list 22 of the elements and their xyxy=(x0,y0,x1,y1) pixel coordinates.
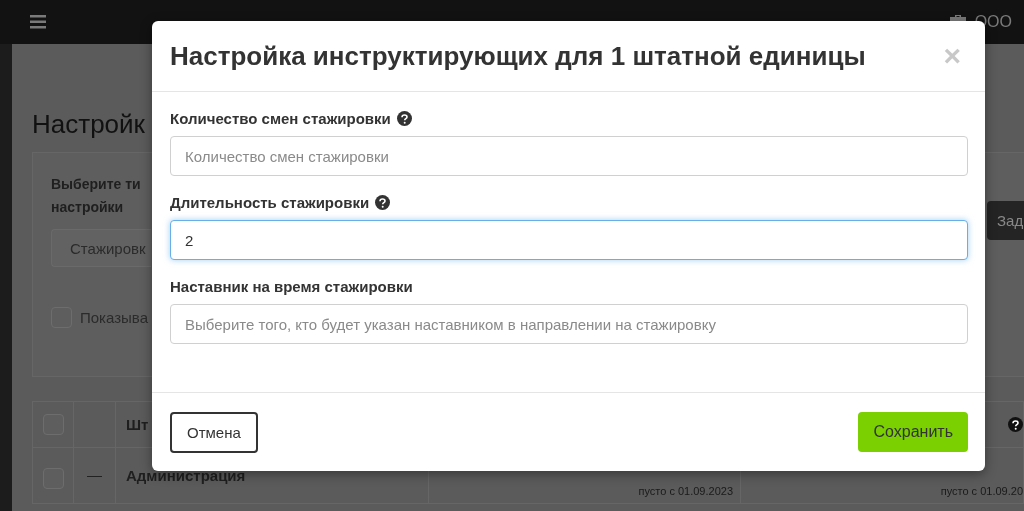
help-icon[interactable] xyxy=(375,195,391,210)
input-field[interactable]: Выберите того, кто будет указан наставником в направлении на стажировку xyxy=(170,304,968,344)
action-button[interactable]: Зад xyxy=(987,201,1024,240)
input-field[interactable]: Количество смен стажировки xyxy=(170,136,968,176)
table-cell: пусто с 01.09.20 xyxy=(940,485,1023,497)
help-icon[interactable] xyxy=(1008,417,1023,432)
input-field[interactable]: 2 xyxy=(170,220,968,260)
column-header: Шт xyxy=(126,416,149,433)
dialog-title: Настройка инструктирующих для 1 штатной единицы xyxy=(170,40,866,72)
field-label: Количество смен стажировки xyxy=(170,110,391,127)
menu-icon[interactable] xyxy=(30,15,46,29)
table-cell: пусто с 01.09.2023 xyxy=(638,485,733,497)
page-title: Настройк xyxy=(32,108,145,141)
field-label: Выберите ти xyxy=(51,175,142,194)
save-button[interactable]: Сохранить xyxy=(858,412,968,452)
cancel-button[interactable]: Отмена xyxy=(170,411,258,453)
help-icon[interactable] xyxy=(396,111,412,126)
field-label: Наставник на время стажировки xyxy=(170,278,413,295)
field-label: настройки xyxy=(51,198,125,217)
collapse-toggle[interactable]: — xyxy=(87,466,102,483)
table-cell: Администрация xyxy=(126,467,246,484)
field-label: Длительность стажировки xyxy=(170,194,370,211)
